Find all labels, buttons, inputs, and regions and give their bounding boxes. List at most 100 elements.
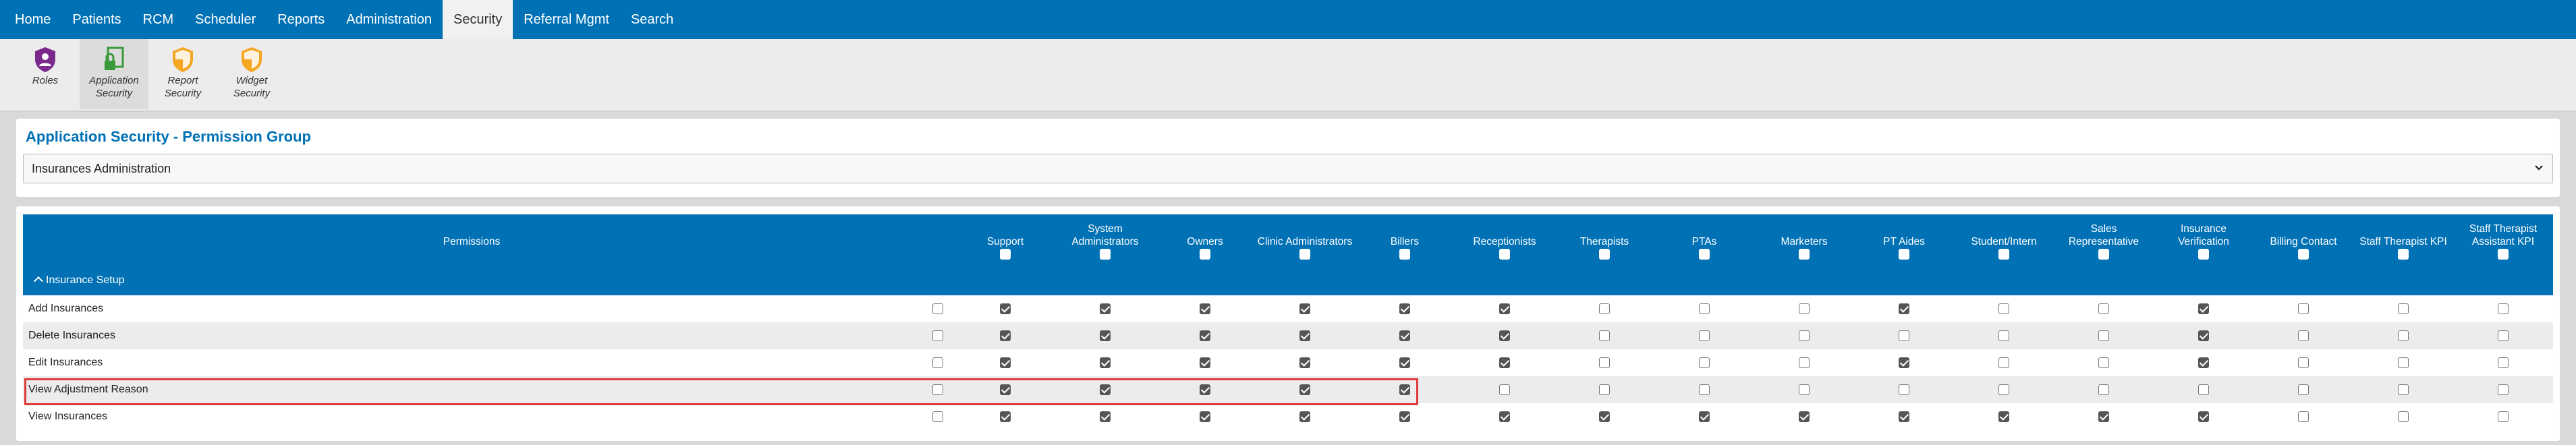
permission-checkbox[interactable] — [1899, 303, 1909, 314]
row-select-checkbox[interactable] — [932, 411, 943, 422]
permission-checkbox[interactable] — [1799, 330, 1810, 341]
permission-checkbox[interactable] — [2298, 303, 2309, 314]
nav-item-patients[interactable]: Patients — [61, 0, 132, 39]
nav-item-home[interactable]: Home — [4, 0, 61, 39]
permission-checkbox[interactable] — [1000, 411, 1011, 422]
permission-checkbox[interactable] — [1000, 384, 1011, 395]
permission-checkbox[interactable] — [2198, 330, 2209, 341]
permission-checkbox[interactable] — [2498, 384, 2509, 395]
permission-checkbox[interactable] — [1200, 330, 1210, 341]
permission-group-select[interactable]: Insurances Administration — [23, 154, 2553, 183]
select-all-checkbox[interactable] — [1799, 249, 1810, 260]
select-all-checkbox[interactable] — [2098, 249, 2109, 260]
permission-checkbox[interactable] — [2298, 357, 2309, 368]
select-all-checkbox[interactable] — [1998, 249, 2009, 260]
select-all-checkbox[interactable] — [1899, 249, 1909, 260]
select-all-checkbox[interactable] — [1499, 249, 1510, 260]
permission-checkbox[interactable] — [1499, 411, 1510, 422]
permission-checkbox[interactable] — [1699, 411, 1710, 422]
permission-checkbox[interactable] — [1998, 411, 2009, 422]
permission-checkbox[interactable] — [1998, 330, 2009, 341]
permission-checkbox[interactable] — [1399, 330, 1410, 341]
permission-checkbox[interactable] — [1998, 384, 2009, 395]
permission-checkbox[interactable] — [1299, 303, 1310, 314]
select-all-checkbox[interactable] — [1299, 249, 1310, 260]
permission-checkbox[interactable] — [1899, 330, 1909, 341]
permission-checkbox[interactable] — [2198, 411, 2209, 422]
permission-checkbox[interactable] — [2398, 384, 2409, 395]
permission-checkbox[interactable] — [1100, 357, 1111, 368]
permission-checkbox[interactable] — [2298, 411, 2309, 422]
nav-item-reports[interactable]: Reports — [267, 0, 335, 39]
permission-checkbox[interactable] — [2398, 357, 2409, 368]
select-all-checkbox[interactable] — [1100, 249, 1111, 260]
permission-checkbox[interactable] — [2098, 357, 2109, 368]
nav-item-scheduler[interactable]: Scheduler — [184, 0, 267, 39]
permission-checkbox[interactable] — [1299, 357, 1310, 368]
row-select-checkbox[interactable] — [932, 357, 943, 368]
permission-checkbox[interactable] — [1399, 303, 1410, 314]
row-select-checkbox[interactable] — [932, 384, 943, 395]
nav-item-security[interactable]: Security — [442, 0, 513, 39]
select-all-checkbox[interactable] — [2198, 249, 2209, 260]
select-all-checkbox[interactable] — [1000, 249, 1011, 260]
permission-checkbox[interactable] — [1299, 330, 1310, 341]
permission-checkbox[interactable] — [1799, 384, 1810, 395]
permission-checkbox[interactable] — [1399, 384, 1410, 395]
permission-checkbox[interactable] — [1998, 357, 2009, 368]
permission-checkbox[interactable] — [1200, 384, 1210, 395]
permission-checkbox[interactable] — [1599, 384, 1610, 395]
permission-checkbox[interactable] — [1299, 384, 1310, 395]
select-all-checkbox[interactable] — [1599, 249, 1610, 260]
permission-checkbox[interactable] — [1599, 330, 1610, 341]
permission-checkbox[interactable] — [2498, 330, 2509, 341]
select-all-checkbox[interactable] — [1699, 249, 1710, 260]
tool-report-security[interactable]: Report Security — [148, 39, 217, 109]
permission-checkbox[interactable] — [1399, 357, 1410, 368]
permission-checkbox[interactable] — [1200, 357, 1210, 368]
permission-checkbox[interactable] — [1100, 303, 1111, 314]
select-all-checkbox[interactable] — [2398, 249, 2409, 260]
permission-checkbox[interactable] — [1100, 384, 1111, 395]
row-select-checkbox[interactable] — [932, 303, 943, 314]
permission-checkbox[interactable] — [2298, 330, 2309, 341]
permission-checkbox[interactable] — [2498, 357, 2509, 368]
permission-checkbox[interactable] — [1599, 411, 1610, 422]
tool-widget-security[interactable]: Widget Security — [217, 39, 286, 109]
section-header[interactable]: Insurance Setup — [23, 266, 2553, 295]
select-all-checkbox[interactable] — [1399, 249, 1410, 260]
permission-checkbox[interactable] — [1998, 303, 2009, 314]
permission-checkbox[interactable] — [1200, 303, 1210, 314]
permission-checkbox[interactable] — [2198, 303, 2209, 314]
permission-checkbox[interactable] — [2498, 411, 2509, 422]
permission-checkbox[interactable] — [1799, 357, 1810, 368]
nav-item-referral-mgmt[interactable]: Referral Mgmt — [513, 0, 620, 39]
permission-checkbox[interactable] — [2198, 384, 2209, 395]
permission-checkbox[interactable] — [1499, 303, 1510, 314]
permission-checkbox[interactable] — [1000, 357, 1011, 368]
nav-item-search[interactable]: Search — [620, 0, 684, 39]
permission-checkbox[interactable] — [2198, 357, 2209, 368]
permission-checkbox[interactable] — [1000, 303, 1011, 314]
permission-checkbox[interactable] — [2098, 303, 2109, 314]
permission-checkbox[interactable] — [1699, 330, 1710, 341]
permission-checkbox[interactable] — [1699, 384, 1710, 395]
permission-checkbox[interactable] — [1799, 411, 1810, 422]
permission-checkbox[interactable] — [1000, 330, 1011, 341]
permission-checkbox[interactable] — [1799, 303, 1810, 314]
nav-item-administration[interactable]: Administration — [335, 0, 443, 39]
permission-checkbox[interactable] — [1899, 411, 1909, 422]
permission-checkbox[interactable] — [1699, 303, 1710, 314]
section-row[interactable]: Insurance Setup — [23, 266, 2553, 295]
permission-checkbox[interactable] — [2398, 330, 2409, 341]
permission-checkbox[interactable] — [1899, 357, 1909, 368]
permission-checkbox[interactable] — [1599, 357, 1610, 368]
permission-checkbox[interactable] — [1499, 357, 1510, 368]
permission-checkbox[interactable] — [1399, 411, 1410, 422]
select-all-checkbox[interactable] — [2298, 249, 2309, 260]
row-select-checkbox[interactable] — [932, 330, 943, 341]
permission-checkbox[interactable] — [1699, 357, 1710, 368]
permission-checkbox[interactable] — [1599, 303, 1610, 314]
tool-application-security[interactable]: Application Security — [80, 39, 148, 109]
permission-checkbox[interactable] — [2398, 411, 2409, 422]
